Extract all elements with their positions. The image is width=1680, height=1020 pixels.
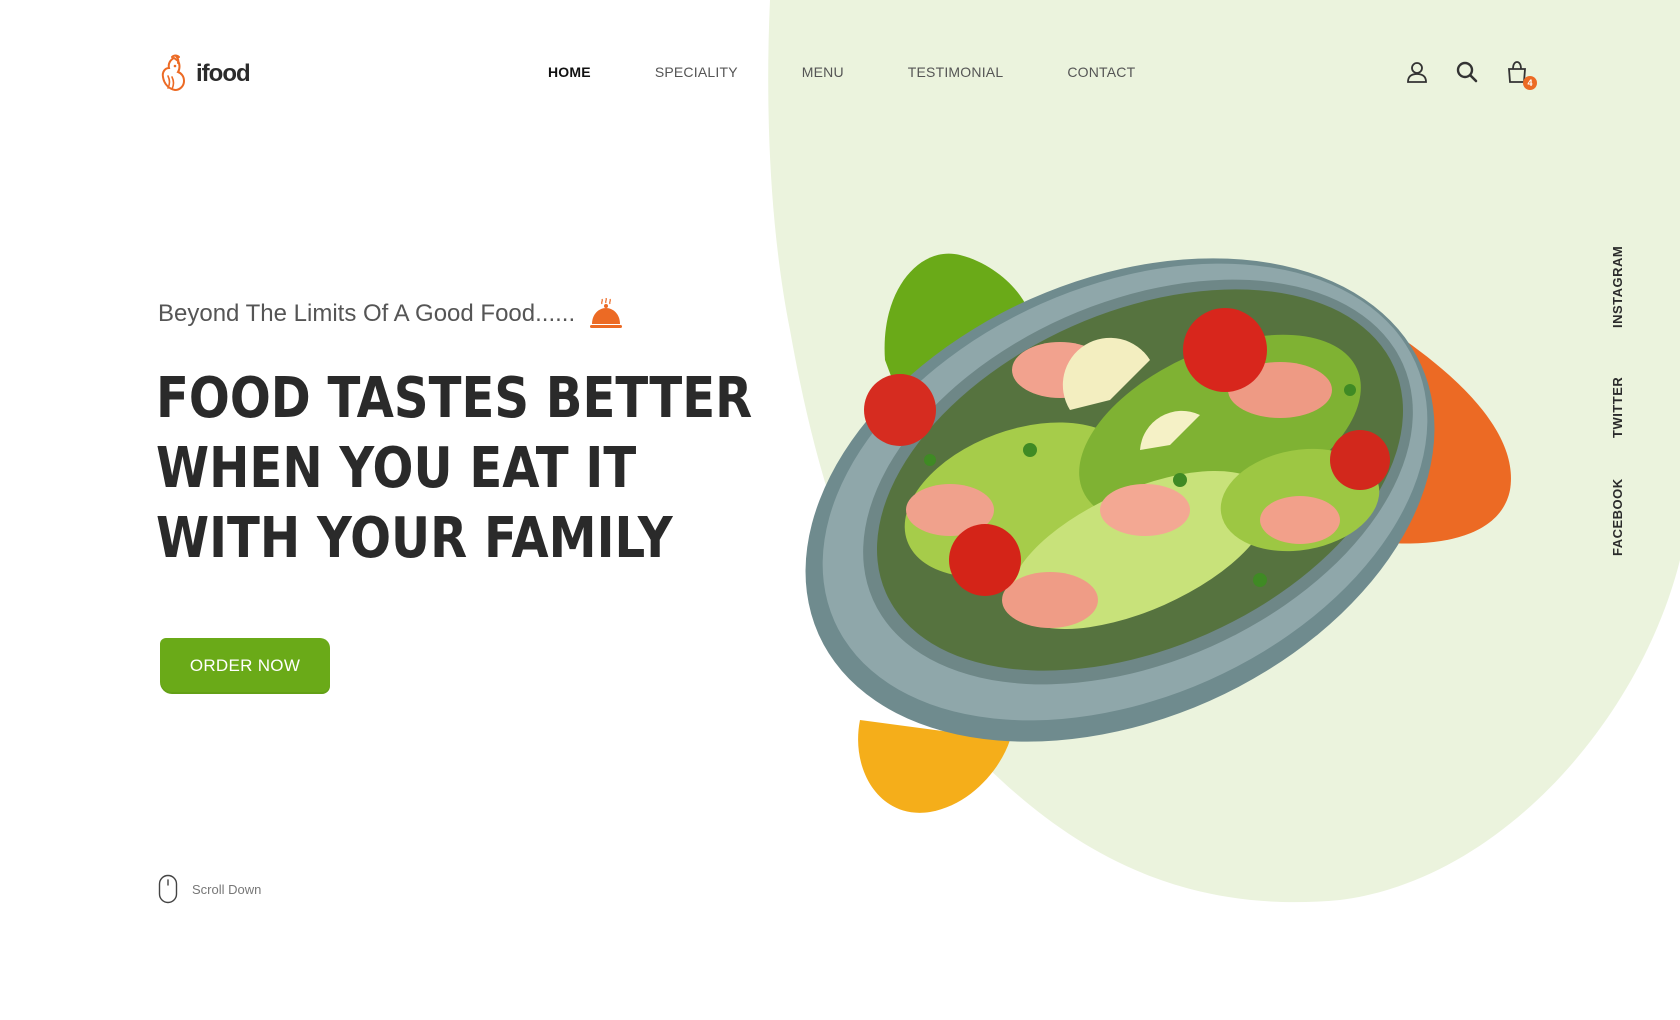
social-twitter[interactable]: TWITTER: [1610, 377, 1640, 438]
rooster-icon: [161, 54, 186, 92]
headline-line-2: WHEN YOU EAT IT: [156, 436, 637, 501]
cart-icon[interactable]: 4: [1505, 60, 1537, 90]
nav-speciality[interactable]: SPECIALITY: [655, 64, 738, 80]
headline-line-3: WITH YOUR FAMILY: [156, 506, 673, 571]
scroll-down-indicator[interactable]: Scroll Down: [158, 874, 261, 904]
brand-name: ifood: [196, 60, 251, 87]
hero-tagline: Beyond The Limits Of A Good Food......: [158, 298, 623, 330]
order-now-button[interactable]: ORDER NOW: [160, 638, 330, 694]
social-instagram[interactable]: INSTAGRAM: [1610, 246, 1640, 328]
salad-bowl-image: [805, 253, 1511, 813]
cloche-icon: [590, 298, 623, 328]
scroll-down-label: Scroll Down: [192, 881, 262, 897]
nav-menu[interactable]: MENU: [802, 64, 844, 80]
search-icon[interactable]: [1455, 60, 1479, 84]
brand-logo[interactable]: ifood: [158, 54, 251, 94]
social-links: INSTAGRAM TWITTER FACEBOOK: [1610, 0, 1640, 1020]
cart-count-badge: 4: [1523, 76, 1537, 90]
tagline-text: Beyond The Limits Of A Good Food......: [158, 300, 576, 327]
user-icon[interactable]: [1405, 60, 1429, 84]
header-icons: 4: [1405, 60, 1537, 90]
headline-line-1: FOOD TASTES BETTER: [156, 366, 753, 431]
nav-contact[interactable]: CONTACT: [1067, 64, 1135, 80]
nav-home[interactable]: HOME: [548, 64, 591, 80]
main-nav: HOME SPECIALITY MENU TESTIMONIAL CONTACT: [548, 64, 1135, 80]
nav-testimonial[interactable]: TESTIMONIAL: [908, 64, 1004, 80]
hero-headline: FOOD TASTES BETTER WHEN YOU EAT IT WITH …: [156, 364, 752, 574]
mouse-icon: [158, 874, 178, 904]
social-facebook[interactable]: FACEBOOK: [1610, 478, 1640, 556]
